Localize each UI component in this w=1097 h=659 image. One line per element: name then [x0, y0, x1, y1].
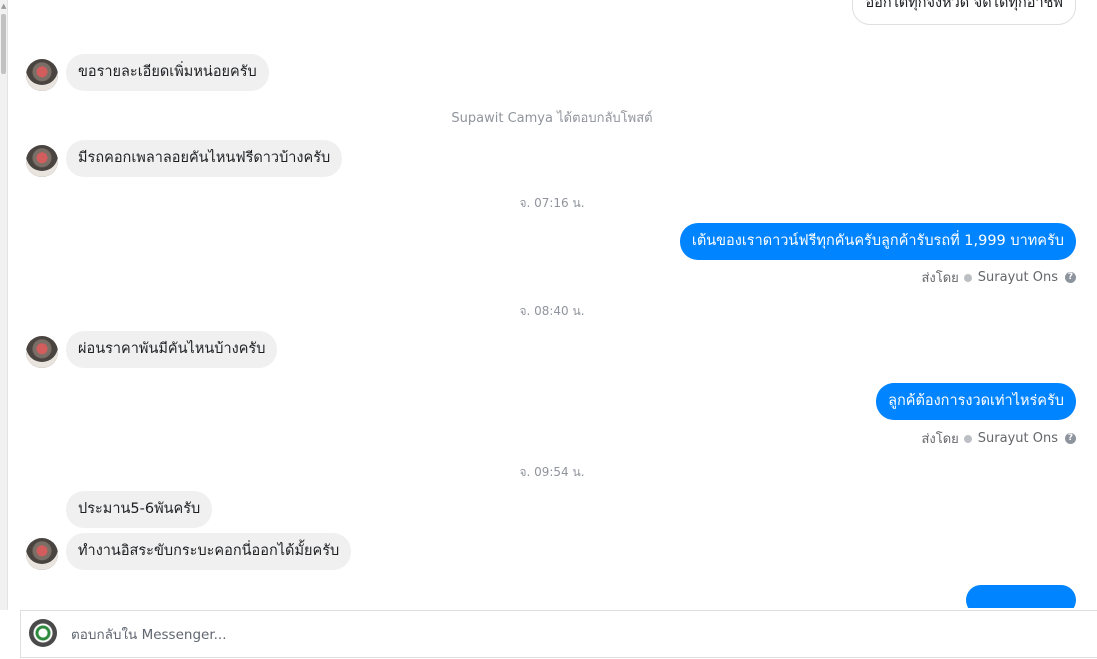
timestamp: จ. 07:16 น. [519, 196, 585, 210]
outgoing-message-partial-bottom [966, 585, 1076, 608]
system-notice: Supawit Camya ได้ตอบกลับโพสต์ [451, 111, 653, 126]
check-circle-icon [963, 273, 972, 282]
question-circle-icon[interactable]: ? [1065, 433, 1076, 444]
sent-by-label: ส่งโดย Surayut Ons ? [921, 428, 1076, 449]
reply-composer [20, 610, 1097, 658]
sent-by-name[interactable]: Surayut Ons [978, 270, 1058, 285]
sent-by-label: ส่งโดย Surayut Ons ? [921, 267, 1076, 288]
sender-avatar[interactable] [26, 145, 58, 177]
sent-by-name[interactable]: Surayut Ons [978, 431, 1058, 446]
incoming-message: ทำงานอิสระขับกระบะคอกนี่ออกได้มั้ยครับ [66, 533, 352, 570]
scroll-up-arrow-icon[interactable]: ▲ [1, 2, 6, 10]
sender-avatar[interactable] [26, 59, 58, 91]
sent-by-prefix: ส่งโดย [921, 432, 959, 447]
message-thread: ออกใต้ทุกจังหวัด จัดได้ทุกอาชีพ ขอรายละเ… [7, 0, 1097, 608]
sender-avatar[interactable] [26, 336, 58, 368]
outgoing-message: ลูกค้ต้องการงวดเท่าไหร่ครับ [876, 383, 1076, 420]
scrollbar-thumb[interactable] [1, 14, 6, 74]
incoming-message: ประมาน5-6พันครับ [66, 491, 213, 528]
outgoing-message-partial: ออกใต้ทุกจังหวัด จัดได้ทุกอาชีพ [852, 0, 1076, 25]
incoming-message: ขอรายละเอียดเพิ่มหน่อยครับ [66, 54, 269, 91]
check-circle-icon [963, 434, 972, 443]
sender-avatar[interactable] [26, 538, 58, 570]
question-circle-icon[interactable]: ? [1065, 272, 1076, 283]
timestamp: จ. 08:40 น. [519, 304, 585, 318]
page-avatar [29, 619, 57, 647]
outgoing-message: เต้นของเราดาวน์ฟรีทุกคันครับลูกค้ารับรถท… [679, 223, 1076, 260]
incoming-message: มีรถคอกเพลาลอยคันไหนฟรีดาวบ้างครับ [66, 140, 343, 177]
reply-input[interactable] [69, 619, 973, 651]
incoming-message: ผ่อนราคาพันมีคันไหนบ้างครับ [66, 331, 278, 368]
timestamp: จ. 09:54 น. [519, 465, 585, 479]
sent-by-prefix: ส่งโดย [921, 271, 959, 286]
